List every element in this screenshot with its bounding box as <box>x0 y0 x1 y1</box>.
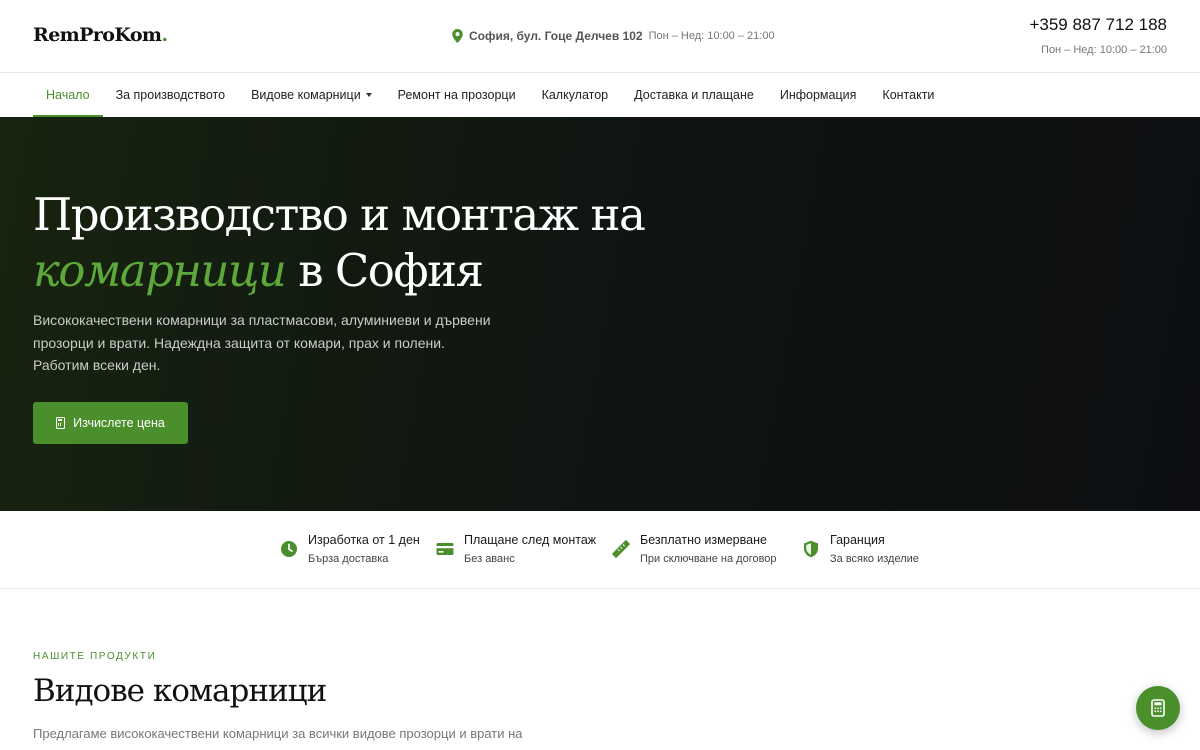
nav-item-label: Ремонт на прозорци <box>397 88 516 102</box>
section-title: Видове комарници <box>33 673 327 709</box>
features-strip: Изработка от 1 ден Бърза доставка Плащан… <box>0 511 1200 589</box>
feature-title: Гаранция <box>830 533 885 547</box>
section-eyebrow: НАШИТЕ ПРОДУКТИ <box>33 651 157 662</box>
section-description: Предлагаме висококачествени комарници за… <box>33 726 523 741</box>
credit-card-icon <box>436 543 454 555</box>
floating-calculator-button[interactable] <box>1136 686 1180 730</box>
nav-item-delivery-payment[interactable]: Доставка и плащане <box>621 73 767 117</box>
calculator-icon <box>1151 699 1165 717</box>
feature-title: Плащане след монтаж <box>464 533 597 547</box>
shield-icon <box>804 540 818 558</box>
nav-item-calculator[interactable]: Калкулатор <box>529 73 622 117</box>
hero-title-rest: в София <box>285 244 484 297</box>
nav-item-information[interactable]: Информация <box>767 73 870 117</box>
nav-item-label: Информация <box>779 88 857 102</box>
nav-item-label: Доставка и плащане <box>634 88 754 102</box>
address-block: София, бул. Гоце Делчев 102 Пон – Нед: 1… <box>452 29 775 43</box>
phone-hours: Пон – Нед: 10:00 – 21:00 <box>1041 44 1167 56</box>
address-text: София, бул. Гоце Делчев 102 <box>469 29 643 43</box>
main-nav: Начало За производството Видове комарниц… <box>0 73 1200 117</box>
clock-icon <box>281 541 297 557</box>
calculate-price-button[interactable]: Изчислете цена <box>33 402 188 444</box>
feature-subtitle: При сключване на договор <box>640 553 777 565</box>
feature-subtitle: Без аванс <box>464 553 515 565</box>
feature-item: Плащане след монтаж Без аванс <box>436 532 596 567</box>
caret-down-icon <box>365 93 372 97</box>
nav-item-home[interactable]: Начало <box>33 73 103 117</box>
nav-list: Начало За производството Видове комарниц… <box>33 73 947 117</box>
feature-subtitle: За всяко изделие <box>830 553 919 565</box>
feature-title: Безплатно измерване <box>640 533 767 547</box>
nav-item-label: Начало <box>46 88 90 102</box>
nav-item-window-repair[interactable]: Ремонт на прозорци <box>385 73 529 117</box>
feature-title: Изработка от 1 ден <box>308 533 420 547</box>
calculator-icon <box>56 417 66 429</box>
nav-item-contacts[interactable]: Контакти <box>869 73 947 117</box>
nav-item-label: Калкулатор <box>541 88 609 102</box>
logo[interactable]: RemProKom. <box>33 24 168 46</box>
address-hours: Пон – Нед: 10:00 – 21:00 <box>648 30 775 42</box>
feature-subtitle: Бърза доставка <box>308 553 389 565</box>
hero-title-accent: комарници <box>33 244 287 297</box>
ruler-icon <box>612 540 630 558</box>
hero-section: Производство и монтаж на комарници в Соф… <box>0 117 1200 511</box>
hero-title-line1: Производство и монтаж на <box>33 188 646 241</box>
nav-item-label: За производството <box>115 88 226 102</box>
nav-item-label: Видове комарници <box>251 88 361 102</box>
logo-dot: . <box>161 24 168 46</box>
map-pin-icon <box>452 29 463 43</box>
cta-label: Изчислете цена <box>73 416 165 430</box>
logo-text: RemProKom <box>33 24 162 46</box>
hero-subtitle: Висококачествени комарници за пластмасов… <box>33 312 491 373</box>
top-header: RemProKom. София, бул. Гоце Делчев 102 П… <box>0 0 1200 73</box>
feature-item: Безплатно измерване При сключване на дог… <box>612 532 777 567</box>
nav-item-label: Контакти <box>882 88 935 102</box>
nav-item-about-production[interactable]: За производството <box>103 73 239 117</box>
phone-number[interactable]: +359 887 712 188 <box>1029 15 1167 35</box>
nav-item-screen-types[interactable]: Видове комарници <box>238 73 385 117</box>
feature-item: Изработка от 1 ден Бърза доставка <box>280 532 420 567</box>
feature-item: Гаранция За всяко изделие <box>802 532 919 567</box>
hero-title: Производство и монтаж на комарници в Соф… <box>33 187 646 299</box>
